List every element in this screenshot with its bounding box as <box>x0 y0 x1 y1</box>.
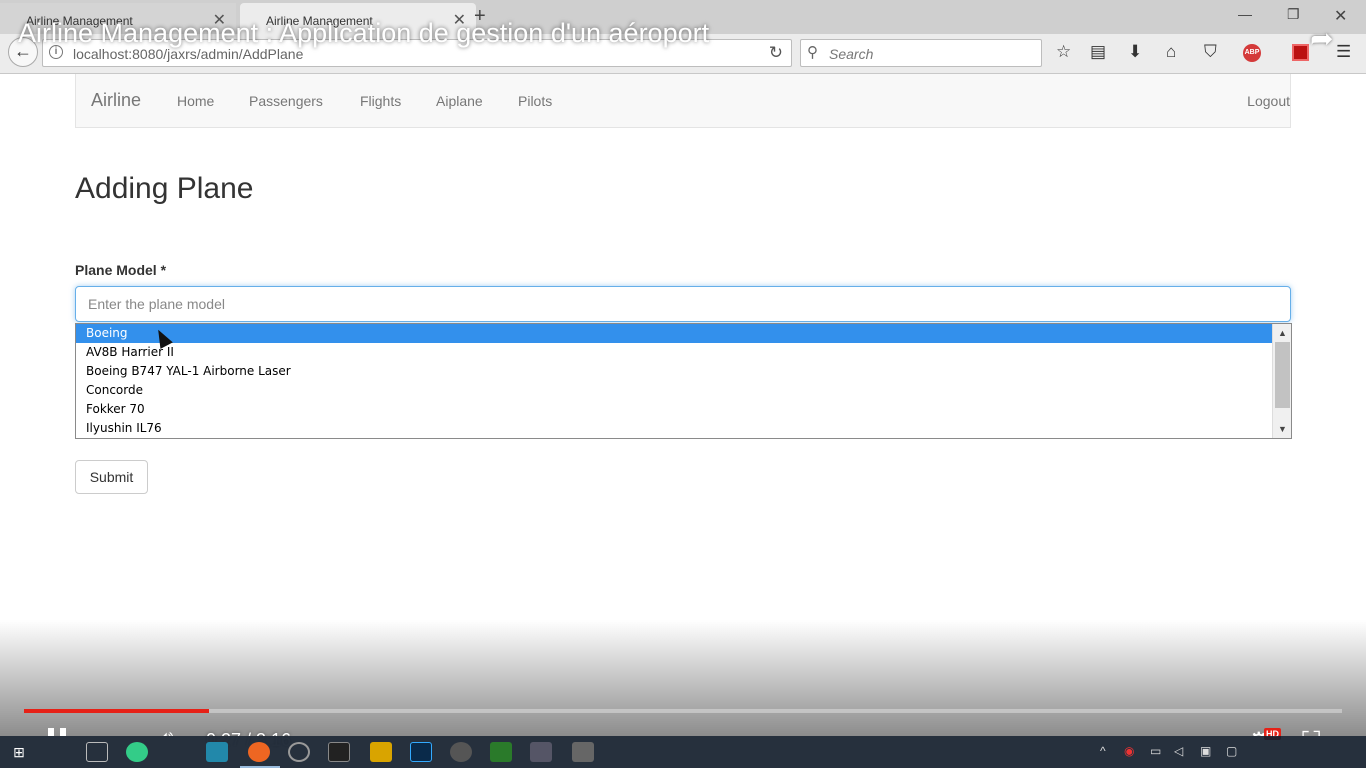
reload-icon[interactable]: ↻ <box>769 43 783 63</box>
notifications-icon[interactable]: ▢ <box>1226 744 1237 758</box>
bookmark-star-icon[interactable]: ☆ <box>1056 42 1071 62</box>
search-icon: ⚲ <box>807 44 818 61</box>
opera-icon[interactable] <box>288 742 310 762</box>
firefox-icon[interactable] <box>248 742 270 762</box>
list-item[interactable]: AV8B Harrier II <box>76 343 1272 362</box>
battery-icon[interactable]: ▭ <box>1150 744 1161 758</box>
file-explorer-icon[interactable] <box>370 742 392 762</box>
dropdown-scrollbar[interactable]: ▲ ▼ <box>1272 324 1291 438</box>
pocket-icon[interactable]: ⛉ <box>1204 42 1217 62</box>
chrome-icon[interactable] <box>126 742 148 762</box>
speaker-tray-icon[interactable]: ◁ <box>1174 744 1183 758</box>
minimize-icon[interactable]: — <box>1238 6 1252 22</box>
home-icon[interactable]: ⌂ <box>1166 42 1176 62</box>
windows-taskbar: ⊞ ^ ◉ ▭ ◁ ▣ ▢ <box>0 736 1366 768</box>
share-icon[interactable]: ➦ <box>1310 22 1333 55</box>
window-close-icon[interactable]: ✕ <box>1334 6 1347 26</box>
antivirus-tray-icon[interactable]: ◉ <box>1124 744 1134 758</box>
browser-search-box[interactable]: ⚲ Search <box>800 39 1042 67</box>
list-item[interactable]: Fokker 70 <box>76 400 1272 419</box>
list-item[interactable]: Boeing B747 YAL-1 Airborne Laser <box>76 362 1272 381</box>
edge-icon[interactable] <box>206 742 228 762</box>
menu-icon[interactable]: ☰ <box>1336 42 1351 62</box>
plane-model-input[interactable] <box>75 286 1291 322</box>
app-icon[interactable] <box>530 742 552 762</box>
app-icon[interactable] <box>572 742 594 762</box>
app-icon[interactable] <box>490 742 512 762</box>
restore-icon[interactable]: ❐ <box>1287 6 1300 23</box>
page-title: Adding Plane <box>75 172 254 205</box>
navbar-brand[interactable]: Airline <box>91 90 141 111</box>
plane-model-label: Plane Model * <box>75 262 167 278</box>
terminal-icon[interactable] <box>328 742 350 762</box>
settings-app-icon[interactable] <box>450 742 472 762</box>
submit-button[interactable]: Submit <box>75 460 148 494</box>
adblock-icon[interactable]: ABP <box>1243 44 1261 62</box>
list-item[interactable]: Boeing <box>76 324 1272 343</box>
search-placeholder: Search <box>829 46 874 62</box>
task-view-icon[interactable] <box>86 742 108 762</box>
list-item[interactable]: Concorde <box>76 381 1272 400</box>
list-item[interactable]: Ilyushin IL76 <box>76 419 1272 438</box>
tray-chevron-icon[interactable]: ^ <box>1100 744 1106 758</box>
nav-link-airplane[interactable]: Aiplane <box>436 93 483 109</box>
video-progress-bar[interactable] <box>24 709 1342 713</box>
extension-icon[interactable] <box>1292 44 1309 61</box>
app-navbar: Airline Home Passengers Flights Aiplane … <box>75 74 1291 128</box>
photoshop-icon[interactable] <box>410 742 432 762</box>
network-icon[interactable]: ▣ <box>1200 744 1211 758</box>
nav-link-logout[interactable]: Logout <box>1247 93 1290 109</box>
nav-link-passengers[interactable]: Passengers <box>249 93 323 109</box>
reading-list-icon[interactable]: ▤ <box>1090 42 1106 62</box>
video-title: Airline Management : Application de gest… <box>18 18 710 48</box>
nav-link-home[interactable]: Home <box>177 93 214 109</box>
scroll-down-icon[interactable]: ▼ <box>1273 421 1292 437</box>
scrollbar-thumb[interactable] <box>1275 342 1290 408</box>
download-icon[interactable]: ⬇ <box>1128 42 1142 62</box>
plane-model-autocomplete-list: Boeing AV8B Harrier II Boeing B747 YAL-1… <box>75 323 1292 439</box>
nav-link-pilots[interactable]: Pilots <box>518 93 552 109</box>
nav-link-flights[interactable]: Flights <box>360 93 401 109</box>
windows-start-icon[interactable]: ⊞ <box>8 742 30 762</box>
video-progress-fill <box>24 709 209 713</box>
scroll-up-icon[interactable]: ▲ <box>1273 325 1292 341</box>
player-gradient <box>0 620 1366 736</box>
